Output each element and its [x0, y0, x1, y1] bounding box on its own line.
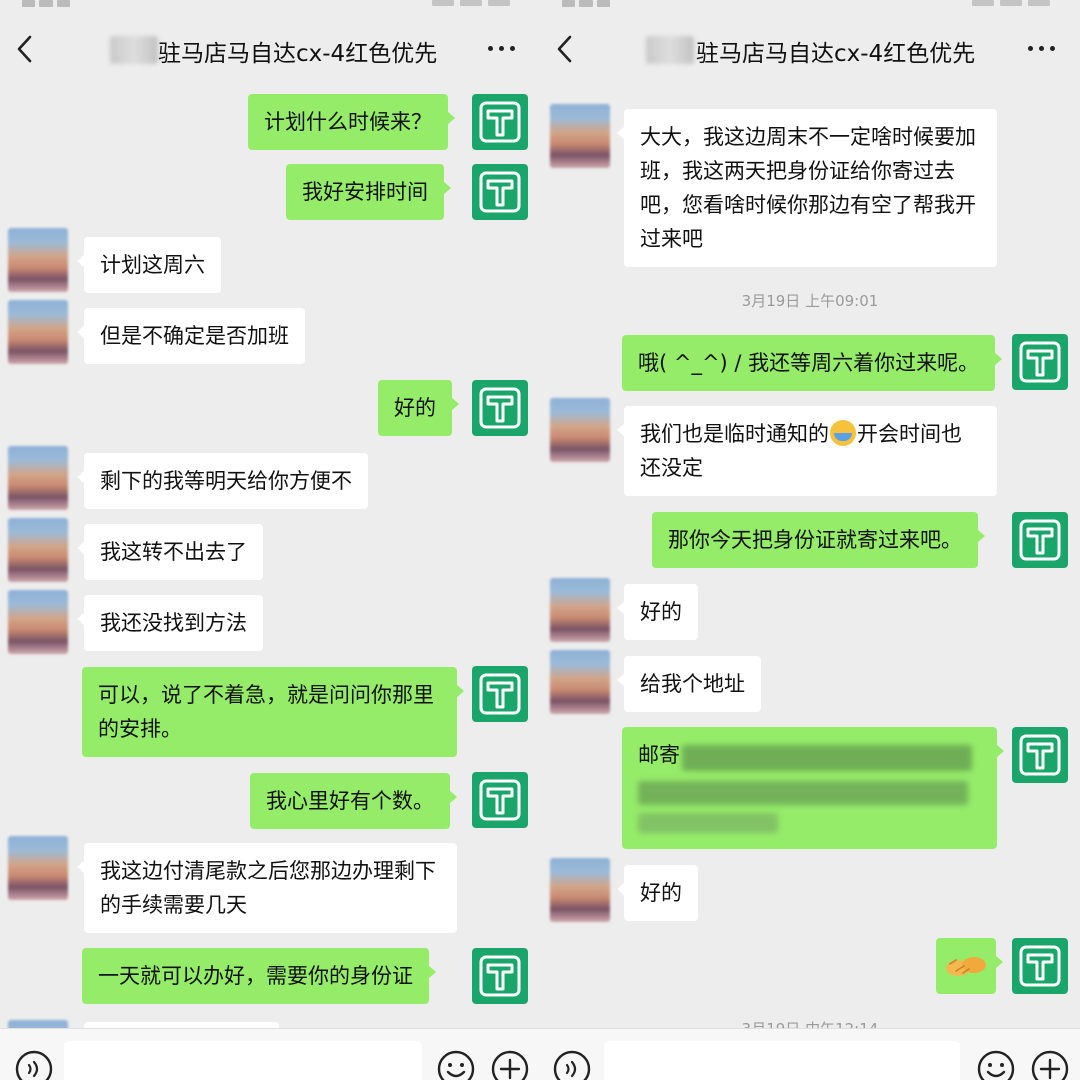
plus-icon[interactable] [1030, 1049, 1070, 1080]
t-logo-icon[interactable] [472, 94, 528, 150]
more-icon[interactable] [1028, 38, 1058, 58]
message-text: 邮寄 [638, 743, 680, 767]
contact-avatar-blurred[interactable] [8, 518, 68, 582]
chat-title: 驻马店马自达cx-4红色优先 [696, 41, 976, 67]
contact-name-redacted [110, 36, 158, 64]
back-icon[interactable] [554, 34, 576, 64]
message-bubble[interactable]: 我这边付清尾款之后您那边办理剩下的手续需要几天 [77, 843, 457, 933]
voice-icon[interactable] [14, 1049, 54, 1080]
message-bubble[interactable]: 好的 [617, 865, 698, 921]
chat-window-right: 驻马店马自达cx-4红色优先 大大，我这边周末不一定啥时候要加班，我这两天把身份… [540, 0, 1080, 1080]
contact-avatar-blurred[interactable] [8, 590, 68, 654]
message-bubble[interactable]: 给我个地址 [617, 656, 761, 712]
message-bubble[interactable]: 好的 [617, 584, 698, 640]
message-bubble[interactable]: 我心里好有个数。 [250, 773, 457, 829]
redacted-address [638, 781, 968, 805]
voice-icon[interactable] [552, 1049, 592, 1080]
contact-avatar-blurred[interactable] [550, 858, 610, 922]
message-bubble[interactable] [936, 938, 1003, 994]
t-logo-icon[interactable] [472, 948, 528, 1004]
plus-icon[interactable] [490, 1049, 530, 1080]
status-bar [540, 0, 1080, 12]
contact-avatar-blurred[interactable] [550, 398, 610, 462]
contact-avatar-blurred[interactable] [550, 650, 610, 714]
message-text: 我们也是临时通知的 [640, 422, 829, 446]
message-bubble[interactable]: 大大，我这边周末不一定啥时候要加班，我这两天把身份证给你寄过去吧，您看啥时候你那… [617, 109, 997, 267]
chat-header: 驻马店马自达cx-4红色优先 [540, 14, 1080, 84]
input-bar [540, 1028, 1080, 1080]
message-bubble[interactable]: 我们也是临时通知的 开会时间也还没定 [617, 406, 997, 496]
laugh-cry-emoji-icon [830, 420, 856, 446]
message-bubble[interactable]: 好的 [378, 380, 459, 436]
input-bar [0, 1028, 540, 1080]
address-message-bubble[interactable]: 邮寄 [622, 727, 1004, 849]
chat-window-left: 驻马店马自达cx-4红色优先 计划什么时候来？ 我好安排时间 计划这周六 但是不… [0, 0, 540, 1080]
message-bubble[interactable]: 剩下的我等明天给你方便不 [77, 453, 368, 509]
chat-title: 驻马店马自达cx-4红色优先 [158, 41, 438, 67]
t-logo-icon[interactable] [1012, 727, 1068, 783]
contact-name-redacted [646, 36, 694, 64]
handshake-emoji-icon [946, 957, 986, 976]
t-logo-icon[interactable] [472, 164, 528, 220]
message-bubble[interactable]: 那你今天把身份证就寄过来吧。 [652, 512, 985, 568]
redacted-address [638, 813, 778, 833]
t-logo-icon[interactable] [1012, 334, 1068, 390]
t-logo-icon[interactable] [472, 380, 528, 436]
message-bubble[interactable]: 我这转不出去了 [77, 524, 263, 580]
message-bubble[interactable]: 哦( ^_^) / 我还等周六着你过来呢。 [622, 335, 1003, 391]
message-bubble[interactable]: 计划什么时候来？ [248, 94, 455, 150]
more-icon[interactable] [488, 38, 518, 58]
message-timestamp: 3月19日 上午09:01 [741, 292, 879, 310]
status-bar [0, 0, 540, 12]
back-icon[interactable] [14, 34, 36, 64]
message-bubble[interactable]: 但是不确定是否加班 [77, 308, 305, 364]
message-bubble[interactable]: 可以，说了不着急，就是问问你那里的安排。 [82, 667, 464, 757]
message-bubble[interactable]: 我好安排时间 [286, 164, 451, 220]
t-logo-icon[interactable] [1012, 512, 1068, 568]
contact-avatar-blurred[interactable] [550, 578, 610, 642]
contact-avatar-blurred[interactable] [8, 300, 68, 364]
emoji-icon[interactable] [436, 1049, 476, 1080]
t-logo-icon[interactable] [472, 772, 528, 828]
contact-avatar-blurred[interactable] [8, 446, 68, 510]
message-bubble[interactable]: 计划这周六 [77, 237, 221, 293]
t-logo-icon[interactable] [472, 666, 528, 722]
message-input[interactable] [64, 1041, 422, 1080]
t-logo-icon[interactable] [1012, 938, 1068, 994]
message-bubble[interactable]: 一天就可以办好，需要你的身份证 [82, 948, 436, 1004]
contact-avatar-blurred[interactable] [8, 228, 68, 292]
emoji-icon[interactable] [976, 1049, 1016, 1080]
contact-avatar-blurred[interactable] [8, 836, 68, 900]
message-bubble[interactable]: 我还没找到方法 [77, 595, 263, 651]
redacted-address [682, 745, 972, 771]
contact-avatar-blurred[interactable] [550, 104, 610, 168]
chat-header: 驻马店马自达cx-4红色优先 [0, 14, 540, 84]
message-input[interactable] [604, 1041, 960, 1080]
